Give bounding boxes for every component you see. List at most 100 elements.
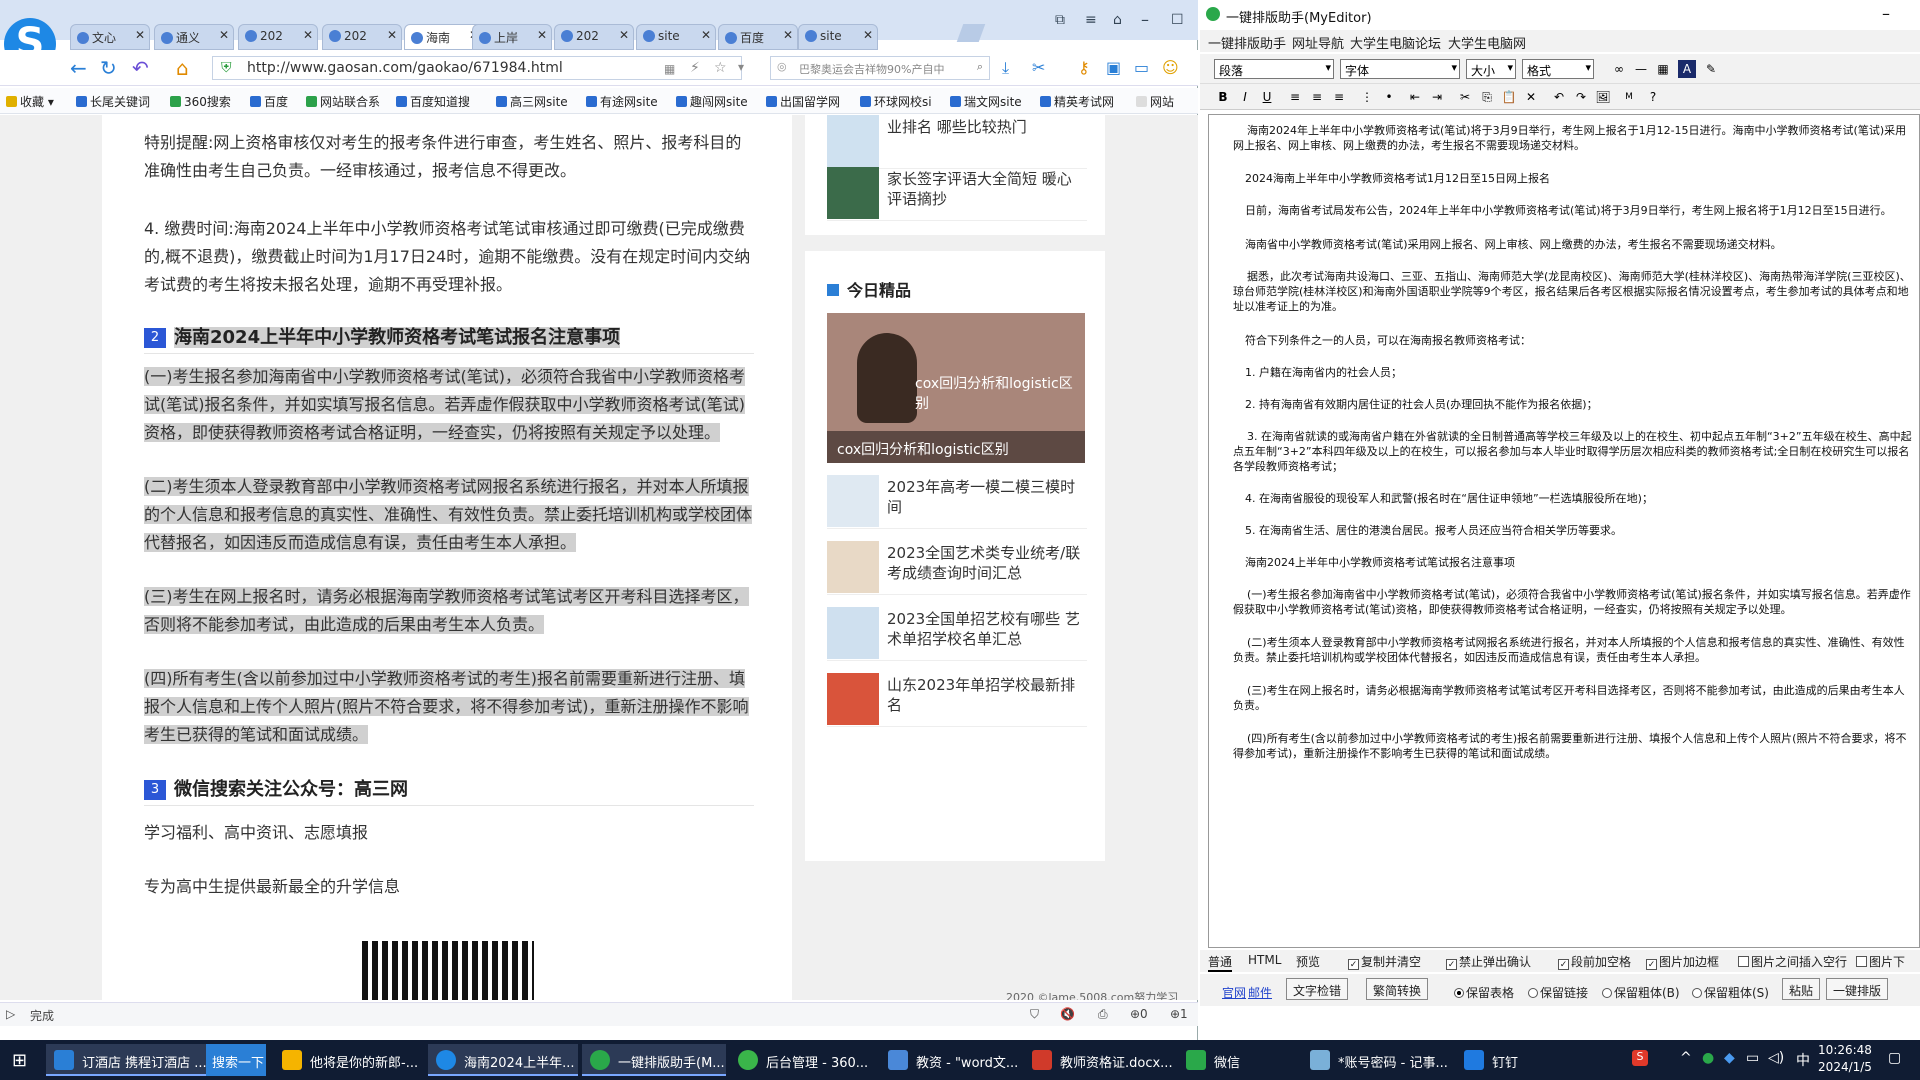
ordered-list-icon[interactable]: ⋮ bbox=[1358, 88, 1376, 106]
taskbar-app[interactable]: 钉钉 bbox=[1456, 1044, 1556, 1076]
zoom-icon[interactable]: ⊕1 bbox=[1170, 1007, 1188, 1021]
one-click-format-button[interactable]: 一键排版 bbox=[1826, 978, 1889, 1000]
checkbox-image-border[interactable]: ✓ 图片加边框 bbox=[1646, 953, 1719, 970]
tab-html[interactable]: HTML bbox=[1248, 953, 1281, 967]
scissors-icon[interactable]: ✂ bbox=[1032, 58, 1045, 77]
taskbar-app[interactable]: 后台管理 - 360... bbox=[730, 1044, 876, 1076]
menu-item[interactable]: 大学生电脑论坛 bbox=[1350, 33, 1441, 52]
star-icon[interactable]: ☆ bbox=[714, 60, 727, 76]
tab-6[interactable]: 上岸 ✕ bbox=[472, 24, 552, 50]
bullet-list-icon[interactable]: • bbox=[1380, 88, 1398, 106]
spellcheck-button[interactable]: 文字检错 bbox=[1286, 978, 1349, 1000]
editor-document[interactable]: 海南2024年上半年中小学教师资格考试(笔试)将于3月9日举行，考生网上报名于1… bbox=[1208, 114, 1920, 948]
link-official-site[interactable]: 官网 bbox=[1222, 984, 1246, 1001]
emoji-icon[interactable]: ☺ bbox=[1162, 58, 1179, 77]
tray-network-icon[interactable]: ▭ bbox=[1746, 1050, 1759, 1066]
list-item[interactable]: 山东2023年单招学校最新排名 bbox=[827, 667, 1087, 727]
tab-preview[interactable]: 预览 bbox=[1296, 953, 1320, 970]
tray-app-icon[interactable]: S bbox=[1632, 1050, 1648, 1066]
align-right-icon[interactable]: ≡ bbox=[1330, 88, 1348, 106]
sidebar-icon[interactable]: ⧉ bbox=[1055, 12, 1065, 28]
convert-button[interactable]: 繁简转换 bbox=[1366, 978, 1429, 1000]
align-center-icon[interactable]: ≡ bbox=[1308, 88, 1326, 106]
download-count-icon[interactable]: ⊕0 bbox=[1130, 1007, 1148, 1021]
shield-icon[interactable]: ⛉ bbox=[1030, 1007, 1039, 1022]
checkbox-image-blankline[interactable]: 图片之间插入空行 bbox=[1738, 953, 1847, 970]
taskbar-app[interactable]: 教资 - "word文... bbox=[880, 1044, 1020, 1076]
bookmark-item[interactable]: 精英考试网 bbox=[1040, 93, 1114, 110]
size-select[interactable]: 大小 bbox=[1466, 59, 1516, 79]
bookmark-item[interactable]: 网站 bbox=[1136, 93, 1174, 110]
bookmark-item[interactable]: 瑞文网site bbox=[950, 93, 1022, 110]
bookmark-item[interactable]: 环球网校si bbox=[860, 93, 932, 110]
shirt-icon[interactable]: ⌂ bbox=[1113, 12, 1122, 28]
mute-icon[interactable]: 🔇 bbox=[1060, 1007, 1075, 1021]
taskbar-app[interactable]: 微信 bbox=[1178, 1044, 1298, 1076]
bookmark-item[interactable]: 百度 bbox=[250, 93, 288, 110]
close-icon[interactable]: ✕ bbox=[135, 28, 145, 42]
download-icon[interactable]: ⤓ bbox=[1002, 58, 1009, 78]
checkbox-image-below[interactable]: 图片下 bbox=[1856, 953, 1905, 970]
refresh-icon[interactable]: ↻ bbox=[100, 56, 117, 80]
radio-keep-bold-s[interactable]: 保留粗体(S) bbox=[1692, 984, 1769, 1001]
windows-start-icon[interactable]: ⊞ bbox=[12, 1050, 27, 1071]
clock-date[interactable]: 2024/1/5 bbox=[1814, 1060, 1876, 1074]
close-icon[interactable]: ✕ bbox=[783, 28, 793, 42]
tray-dingtalk-icon[interactable]: ◆ bbox=[1724, 1050, 1735, 1066]
bookmark-item[interactable]: 有途网site bbox=[586, 93, 658, 110]
undo-icon[interactable]: ↶ bbox=[132, 56, 149, 80]
taskbar-app[interactable]: 海南2024上半年... bbox=[428, 1044, 578, 1076]
hr-icon[interactable]: — bbox=[1632, 60, 1650, 78]
menu-item[interactable]: 网址导航 bbox=[1292, 33, 1344, 52]
bookmark-item[interactable]: 高三网site bbox=[496, 93, 568, 110]
format-select[interactable]: 格式 bbox=[1522, 59, 1594, 79]
minimize-icon[interactable]: – bbox=[1882, 4, 1890, 23]
font-select[interactable]: 字体 bbox=[1340, 59, 1460, 79]
minimize-icon[interactable]: – bbox=[1141, 10, 1149, 29]
bold-icon[interactable]: B bbox=[1214, 88, 1232, 106]
help-icon[interactable]: ? bbox=[1644, 88, 1662, 106]
image-icon[interactable]: 🖼 bbox=[1594, 88, 1612, 106]
maximize-icon[interactable]: ☐ bbox=[1171, 12, 1184, 28]
key-icon[interactable]: ⚷ bbox=[1078, 58, 1090, 77]
tray-ime[interactable]: 中 bbox=[1796, 1050, 1810, 1070]
back-icon[interactable]: ← bbox=[70, 56, 87, 80]
close-icon[interactable]: ✕ bbox=[701, 28, 711, 42]
highlight-icon[interactable]: ✎ bbox=[1702, 60, 1720, 78]
notification-icon[interactable]: ▢ bbox=[1888, 1050, 1901, 1066]
clock-time[interactable]: 10:26:48 bbox=[1814, 1043, 1876, 1057]
tab-10[interactable]: site ✕ bbox=[798, 24, 878, 50]
close-icon[interactable]: ✕ bbox=[537, 28, 547, 42]
taskbar-app[interactable]: 订酒店 携程订酒店 ... bbox=[46, 1044, 206, 1076]
link-email[interactable]: 邮件 bbox=[1248, 984, 1272, 1001]
menu-item[interactable]: 一键排版助手 bbox=[1208, 33, 1286, 52]
search-icon[interactable]: ⌕ bbox=[977, 60, 983, 74]
copy-icon[interactable]: ⎘ bbox=[1478, 88, 1496, 106]
screen-icon[interactable]: ▭ bbox=[1134, 58, 1149, 77]
taskbar-app[interactable]: 教师资格证.docx... bbox=[1024, 1044, 1174, 1076]
bookmark-item[interactable]: 百度知道搜 bbox=[396, 93, 470, 110]
tab-2[interactable]: 通义 ✕ bbox=[154, 24, 234, 50]
checkbox-para-space[interactable]: ✓ 段前加空格 bbox=[1558, 953, 1631, 970]
outdent-icon[interactable]: ⇤ bbox=[1406, 88, 1424, 106]
bookmark-item[interactable]: 360搜索 bbox=[170, 93, 231, 110]
delete-icon[interactable]: ✕ bbox=[1522, 88, 1540, 106]
align-left-icon[interactable]: ≡ bbox=[1286, 88, 1304, 106]
close-icon[interactable]: ✕ bbox=[219, 28, 229, 42]
bookmark-favorites[interactable]: 收藏 ▾ bbox=[6, 93, 54, 110]
tab-9[interactable]: 百度 ✕ bbox=[718, 24, 798, 50]
tab-normal[interactable]: 普通 bbox=[1208, 953, 1233, 972]
redo-icon[interactable]: ↷ bbox=[1572, 88, 1590, 106]
cut-icon[interactable]: ✂ bbox=[1456, 88, 1474, 106]
tab-8[interactable]: site ✕ bbox=[636, 24, 716, 50]
list-item[interactable]: 2023全国艺术类专业统考/联考成绩查询时间汇总 bbox=[827, 535, 1087, 595]
tray-volume-icon[interactable]: ◁) bbox=[1768, 1050, 1784, 1066]
glasses-icon[interactable]: ∞ bbox=[1610, 60, 1628, 78]
radio-keep-table[interactable]: 保留表格 bbox=[1454, 984, 1514, 1001]
home-icon[interactable]: ⌂ bbox=[176, 56, 189, 80]
radio-keep-link[interactable]: 保留链接 bbox=[1528, 984, 1588, 1001]
undo-icon[interactable]: ↶ bbox=[1550, 88, 1568, 106]
taskbar-search-button[interactable]: 搜索一下 bbox=[206, 1044, 266, 1076]
font-color-icon[interactable]: A bbox=[1678, 60, 1696, 78]
menu-icon[interactable]: ≡ bbox=[1085, 12, 1097, 28]
